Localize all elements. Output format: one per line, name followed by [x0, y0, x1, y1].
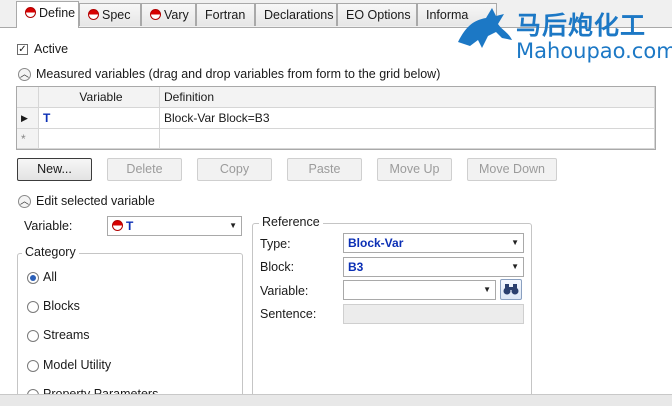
- grid-cell-definition-new[interactable]: [160, 129, 655, 149]
- radio-blocks[interactable]: [27, 301, 39, 313]
- chevron-down-icon: ▼: [511, 262, 519, 271]
- grid-cell-variable[interactable]: T: [39, 108, 160, 129]
- category-legend: Category: [22, 245, 79, 259]
- status-incomplete-icon: [25, 7, 36, 18]
- move-down-button[interactable]: Move Down: [467, 158, 557, 181]
- tab-vary[interactable]: Vary: [141, 3, 196, 26]
- horizontal-scrollbar[interactable]: [0, 394, 672, 406]
- reference-legend: Reference: [259, 215, 323, 229]
- tab-eo-options[interactable]: EO Options: [337, 3, 417, 26]
- reference-variable-label: Variable:: [260, 284, 309, 298]
- binoculars-icon: [503, 284, 519, 295]
- collapse-edit-button[interactable]: ︿: [18, 195, 31, 208]
- status-incomplete-icon: [150, 9, 161, 20]
- grid-cell-variable-new[interactable]: [39, 129, 160, 149]
- row-selector-new[interactable]: *: [17, 129, 39, 149]
- status-incomplete-icon: [88, 9, 99, 20]
- tab-define[interactable]: Define: [16, 1, 79, 28]
- sentence-field-disabled: [343, 304, 524, 324]
- chevron-down-icon: ▼: [229, 221, 237, 230]
- active-label: Active: [34, 42, 69, 56]
- new-button[interactable]: New...: [17, 158, 92, 181]
- chevron-down-icon: ▼: [483, 285, 491, 294]
- active-checkbox[interactable]: ✓: [17, 44, 28, 55]
- watermark-site-text: Mahoupao.com: [516, 39, 672, 63]
- variable-select[interactable]: T ▼: [107, 216, 242, 236]
- measured-variables-grid[interactable]: Variable Definition ▶ T Block-Var Block=…: [16, 86, 656, 150]
- delete-button[interactable]: Delete: [107, 158, 182, 181]
- move-up-button[interactable]: Move Up: [377, 158, 452, 181]
- copy-button[interactable]: Copy: [197, 158, 272, 181]
- tab-spec[interactable]: Spec: [79, 3, 141, 26]
- edit-selected-heading: Edit selected variable: [36, 194, 155, 208]
- paste-button[interactable]: Paste: [287, 158, 362, 181]
- status-incomplete-icon: [112, 220, 123, 231]
- radio-model-utility[interactable]: [27, 360, 39, 372]
- measured-variables-heading: Measured variables (drag and drop variab…: [36, 67, 441, 81]
- radio-model-utility-label: Model Utility: [43, 358, 112, 372]
- radio-streams-label: Streams: [43, 328, 90, 342]
- grid-corner: [17, 87, 39, 108]
- row-selector-current[interactable]: ▶: [17, 108, 39, 129]
- column-header-definition[interactable]: Definition: [160, 87, 655, 108]
- tab-fortran[interactable]: Fortran: [196, 3, 255, 26]
- radio-blocks-label: Blocks: [43, 299, 80, 313]
- watermark-chinese-text: 马后炮化工: [516, 11, 647, 40]
- column-header-variable[interactable]: Variable: [39, 87, 160, 108]
- variable-label: Variable:: [24, 219, 73, 233]
- block-label: Block:: [260, 260, 295, 274]
- block-select[interactable]: B3 ▼: [343, 257, 524, 277]
- type-select[interactable]: Block-Var ▼: [343, 233, 524, 253]
- reference-variable-select[interactable]: ▼: [343, 280, 496, 300]
- tab-declarations[interactable]: Declarations: [255, 3, 337, 26]
- radio-all[interactable]: [27, 272, 39, 284]
- collapse-measured-button[interactable]: ︿: [18, 68, 31, 81]
- horse-logo-icon: [458, 8, 512, 48]
- radio-streams[interactable]: [27, 330, 39, 342]
- chevron-down-icon: ▼: [511, 238, 519, 247]
- sentence-label: Sentence:: [260, 307, 317, 321]
- search-variables-button[interactable]: [500, 279, 522, 300]
- type-label: Type:: [260, 237, 291, 251]
- radio-all-label: All: [43, 270, 57, 284]
- grid-cell-definition[interactable]: Block-Var Block=B3: [160, 108, 655, 129]
